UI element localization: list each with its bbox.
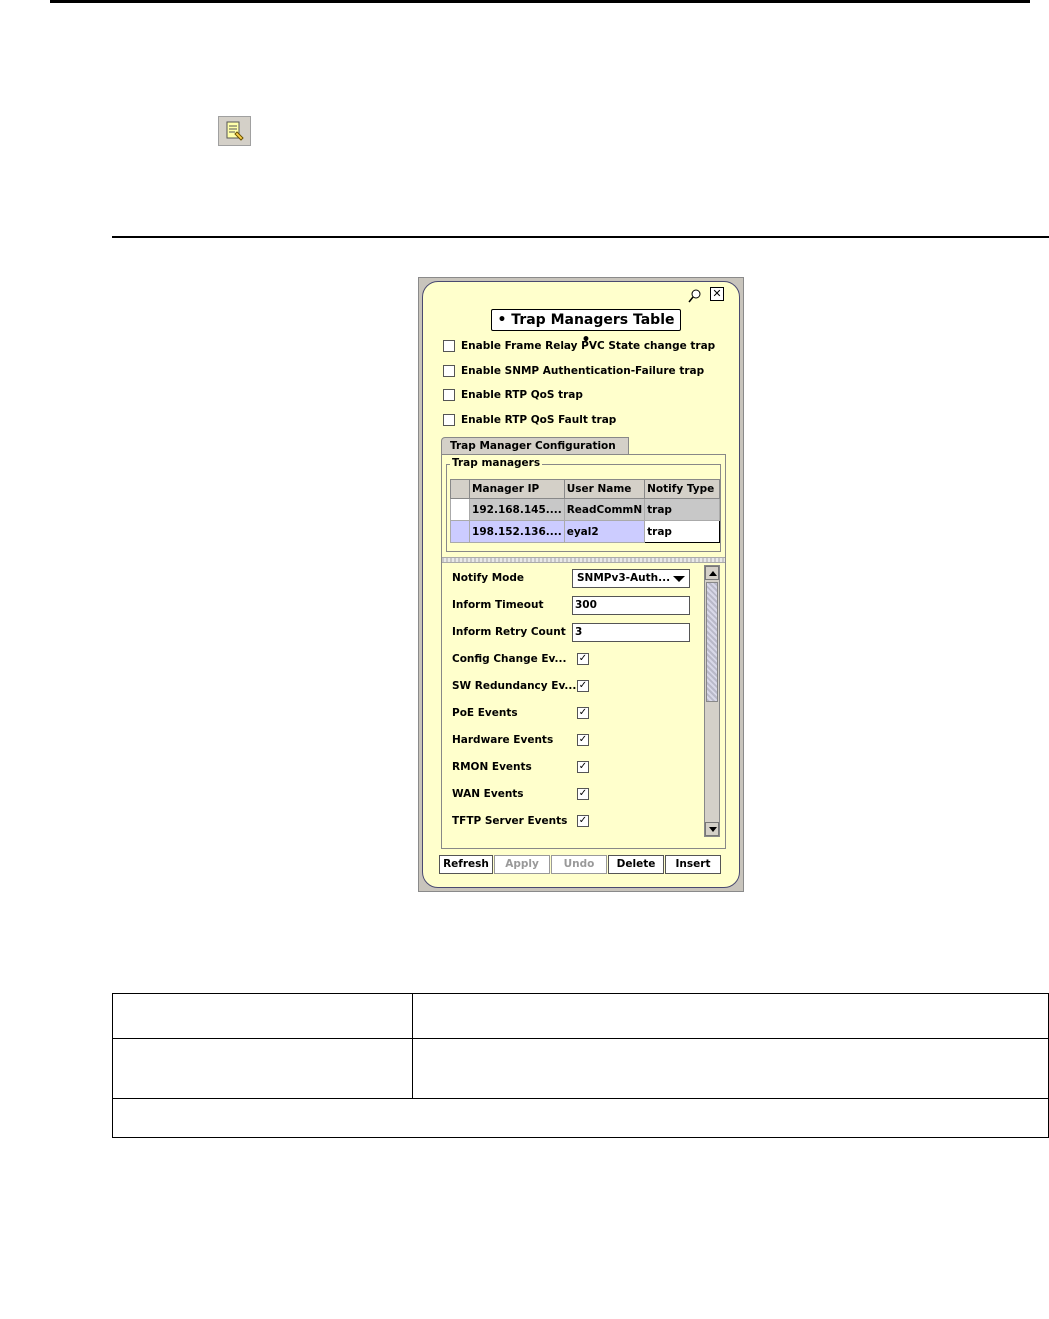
table-row: [112, 1098, 1049, 1138]
rtp-qos-trap-checkbox[interactable]: [443, 389, 455, 401]
trap-managers-panel: ✕ • Trap Managers Table • Enable Frame R…: [422, 281, 740, 888]
rtp-qos-trap-option[interactable]: Enable RTP QoS trap: [443, 387, 583, 403]
tab-body: Trap managers Manager IP User Name Notif…: [441, 454, 726, 849]
apply-button[interactable]: Apply: [494, 855, 550, 874]
properties-scrollbar[interactable]: [704, 565, 720, 837]
table-header-row: Manager IP User Name Notify Type: [449, 479, 720, 499]
scroll-thumb[interactable]: [706, 582, 718, 702]
frame-relay-trap-option[interactable]: Enable Frame Relay PVC State change trap: [443, 338, 715, 354]
notify-type-cell[interactable]: trap: [644, 498, 720, 521]
wan-events-label: WAN Events: [452, 788, 524, 800]
table-row[interactable]: 198.152.136.... eyal2 trap: [449, 520, 720, 543]
inform-retry-label: Inform Retry Count: [452, 626, 566, 638]
document-table: [112, 993, 1049, 1138]
properties-pane: Notify Mode SNMPv3-Auth... Inform Timeou…: [442, 565, 725, 845]
sw-redundancy-events-label: SW Redundancy Ev...: [452, 680, 577, 692]
hardware-events-label: Hardware Events: [452, 734, 554, 746]
table-row: [112, 1038, 1049, 1099]
close-icon[interactable]: ✕: [710, 287, 724, 301]
frame-relay-trap-checkbox[interactable]: [443, 340, 455, 352]
table-row: [112, 993, 1049, 1039]
table-cell: [112, 1038, 413, 1099]
hardware-events-checkbox[interactable]: ✓: [577, 734, 589, 746]
panel-title: • Trap Managers Table •: [491, 309, 681, 348]
poe-events-label: PoE Events: [452, 707, 518, 719]
row-selector[interactable]: [449, 520, 471, 543]
scroll-down-icon[interactable]: [705, 822, 719, 836]
table-row[interactable]: 192.168.145.... ReadCommN trap: [449, 498, 720, 521]
action-buttons: Refresh Apply Undo Delete Insert: [439, 855, 722, 874]
table-cell: [412, 1038, 1049, 1099]
top-rule: [50, 0, 1030, 3]
snmp-auth-trap-label: Enable SNMP Authentication-Failure trap: [461, 365, 705, 377]
inform-timeout-label: Inform Timeout: [452, 599, 544, 611]
notify-mode-select[interactable]: SNMPv3-Auth...: [572, 569, 690, 588]
row-header-corner: [449, 479, 471, 499]
rmon-events-checkbox[interactable]: ✓: [577, 761, 589, 773]
inform-retry-input[interactable]: 3: [572, 623, 690, 642]
table-cell: [112, 993, 413, 1039]
row-selector[interactable]: [449, 498, 471, 521]
column-header-user-name[interactable]: User Name: [563, 479, 646, 499]
tftp-server-events-label: TFTP Server Events: [452, 815, 568, 827]
refresh-button[interactable]: Refresh: [439, 855, 493, 874]
table-cell: [412, 993, 1049, 1039]
undo-button[interactable]: Undo: [551, 855, 607, 874]
pin-icon[interactable]: [687, 288, 703, 304]
user-name-cell[interactable]: ReadCommN: [563, 498, 646, 521]
insert-button[interactable]: Insert: [665, 855, 721, 874]
note-graphic: [226, 121, 244, 141]
rmon-events-label: RMON Events: [452, 761, 532, 773]
user-name-cell[interactable]: eyal2: [563, 520, 646, 543]
trap-managers-table: Manager IP User Name Notify Type 192.168…: [449, 479, 720, 543]
rtp-qos-fault-trap-label: Enable RTP QoS Fault trap: [461, 414, 617, 426]
poe-events-checkbox[interactable]: ✓: [577, 707, 589, 719]
rtp-qos-fault-trap-option[interactable]: Enable RTP QoS Fault trap: [443, 412, 616, 428]
column-header-manager-ip[interactable]: Manager IP: [469, 479, 565, 499]
notify-mode-value: SNMPv3-Auth...: [577, 572, 671, 584]
trap-managers-window: ✕ • Trap Managers Table • Enable Frame R…: [418, 277, 744, 892]
manager-ip-cell[interactable]: 192.168.145....: [469, 498, 565, 521]
table-cell: [112, 1098, 1049, 1138]
scroll-up-icon[interactable]: [705, 566, 719, 580]
config-change-events-label: Config Change Ev...: [452, 653, 567, 665]
column-header-notify-type[interactable]: Notify Type: [644, 479, 720, 499]
delete-button[interactable]: Delete: [608, 855, 664, 874]
chevron-down-icon: [673, 576, 685, 582]
snmp-auth-trap-option[interactable]: Enable SNMP Authentication-Failure trap: [443, 363, 704, 379]
sw-redundancy-events-checkbox[interactable]: ✓: [577, 680, 589, 692]
trap-managers-group: Trap managers Manager IP User Name Notif…: [446, 457, 721, 552]
group-label: Trap managers: [450, 457, 543, 469]
wan-events-checkbox[interactable]: ✓: [577, 788, 589, 800]
inform-timeout-input[interactable]: 300: [572, 596, 690, 615]
rtp-qos-fault-trap-checkbox[interactable]: [443, 414, 455, 426]
tftp-server-events-checkbox[interactable]: ✓: [577, 815, 589, 827]
tab-trap-manager-configuration[interactable]: Trap Manager Configuration: [441, 437, 629, 455]
splitter-handle[interactable]: [442, 557, 725, 563]
note-icon: [218, 116, 251, 146]
config-change-events-checkbox[interactable]: ✓: [577, 653, 589, 665]
frame-relay-trap-label: Enable Frame Relay PVC State change trap: [461, 340, 716, 352]
snmp-auth-trap-checkbox[interactable]: [443, 365, 455, 377]
notify-mode-label: Notify Mode: [452, 572, 524, 584]
rtp-qos-trap-label: Enable RTP QoS trap: [461, 389, 583, 401]
section-rule: [112, 236, 1049, 238]
notify-type-cell[interactable]: trap: [644, 520, 720, 543]
manager-ip-cell[interactable]: 198.152.136....: [469, 520, 565, 543]
